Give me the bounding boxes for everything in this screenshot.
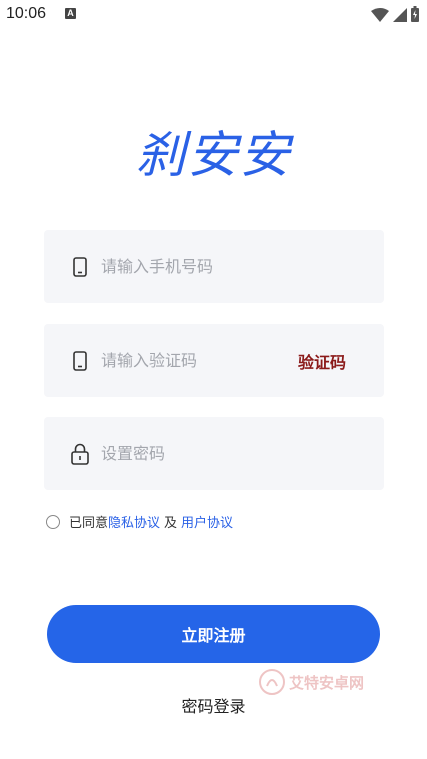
watermark-text: 艾特安卓网 — [289, 673, 365, 692]
code-input[interactable] — [99, 350, 263, 371]
signal-icon — [393, 7, 407, 26]
notification-a-icon: A — [65, 8, 76, 19]
status-time: 10:06 — [6, 5, 47, 22]
agreement-row: 已同意 隐私协议 及 用户协议 — [46, 512, 233, 531]
status-icons — [371, 6, 419, 26]
privacy-link[interactable]: 隐私协议 — [108, 512, 160, 531]
wifi-icon — [371, 7, 389, 26]
phone-icon — [71, 350, 89, 372]
password-field[interactable] — [44, 417, 384, 490]
user-agreement-link[interactable]: 用户协议 — [181, 512, 233, 531]
status-bar: 10:06 A — [0, 0, 427, 30]
phone-input[interactable] — [99, 256, 293, 277]
code-field[interactable]: 验证码 — [44, 324, 384, 397]
get-code-button[interactable]: 验证码 — [298, 349, 346, 373]
battery-icon — [411, 6, 419, 26]
phone-icon — [71, 256, 89, 278]
password-input[interactable] — [99, 443, 293, 464]
register-button[interactable]: 立即注册 — [47, 605, 380, 663]
register-screen: 10:06 A 刹安安 验证码 — [0, 0, 427, 759]
agree-conjunction: 及 — [164, 516, 178, 531]
agree-prefix: 已同意 — [69, 516, 109, 531]
watermark-logo-icon — [259, 669, 285, 695]
password-login-link[interactable]: 密码登录 — [0, 693, 427, 717]
agree-radio[interactable] — [46, 514, 60, 529]
app-title: 刹安安 — [135, 126, 292, 184]
watermark: 艾特安卓网 — [258, 668, 364, 696]
lock-icon — [71, 443, 89, 465]
phone-field[interactable] — [44, 230, 384, 303]
